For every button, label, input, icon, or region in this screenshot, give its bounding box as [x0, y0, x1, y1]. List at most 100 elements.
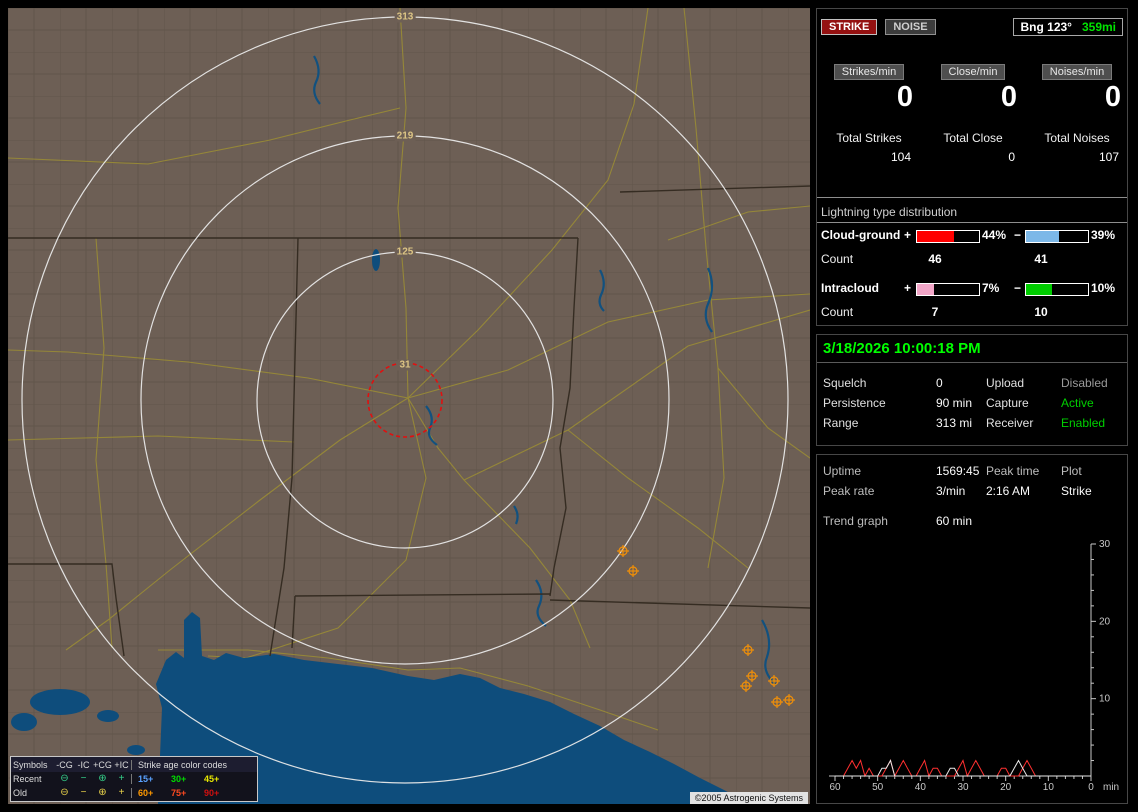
status-row: Persistence 90 min Capture Active	[817, 393, 1127, 413]
trend-axes	[829, 543, 1096, 781]
squelch-value: 0	[936, 376, 943, 390]
lightning-map[interactable]: Symbols -CG -IC +CG +IC Strike age color…	[8, 8, 810, 804]
svg-text:30: 30	[957, 782, 969, 793]
count-label: Count	[821, 305, 854, 319]
receiver-status: Enabled	[1061, 416, 1106, 430]
total-strikes-value: 104	[890, 150, 911, 164]
svg-text:20: 20	[1000, 782, 1012, 793]
counters-panel: STRIKE NOISE Bng 123° 359mi Strikes/min C…	[816, 8, 1128, 326]
svg-text:50: 50	[872, 782, 884, 793]
minus-icon: −	[80, 787, 87, 798]
capture-status: Active	[1061, 396, 1094, 410]
map-canvas	[8, 8, 810, 804]
datetime-display: 3/18/2026 10:00:18 PM	[817, 335, 1127, 363]
uptime-value: 1569:45	[936, 464, 980, 478]
svg-text:60: 60	[829, 782, 841, 793]
squelch-label: Squelch	[823, 376, 867, 390]
cloud-ground-label: Cloud-ground	[821, 228, 901, 242]
legend-col-pos-cg: +CG	[93, 759, 112, 770]
bearing-display: Bng 123° 359mi	[1013, 18, 1123, 36]
trend-graph-period: 60 min	[936, 514, 973, 528]
range-ring-label: 219	[394, 130, 416, 142]
noise-button[interactable]: NOISE	[885, 19, 936, 35]
age-75: 75+	[171, 788, 187, 798]
trend-series-strikes	[835, 759, 1091, 778]
stats-row: Uptime 1569:45 Peak time Plot	[817, 461, 1127, 481]
svg-text:min: min	[1103, 782, 1119, 793]
age-30: 30+	[171, 774, 187, 784]
range-ring-label: 125	[394, 246, 416, 258]
trend-series-noises	[835, 759, 1091, 777]
svg-text:0: 0	[1088, 782, 1094, 793]
plus-icon: +	[118, 773, 125, 784]
range-value: 313 mi	[936, 416, 973, 430]
minus-icon: −	[80, 773, 87, 784]
total-strikes-label: Total Strikes	[836, 131, 902, 145]
mode-buttons-row: STRIKE NOISE Bng 123° 359mi	[821, 18, 1123, 36]
age-90: 90+	[204, 788, 220, 798]
plus-icon: +	[118, 787, 125, 798]
plus-sign: +	[904, 281, 912, 295]
intracloud-negative-count: 10	[1034, 305, 1048, 319]
bearing-distance: 359mi	[1081, 20, 1116, 34]
plot-label: Plot	[1061, 464, 1082, 478]
range-ring-label: 313	[394, 11, 416, 23]
plot-value: Strike	[1061, 484, 1092, 498]
close-per-min-label[interactable]: Close/min	[940, 64, 1006, 80]
svg-text:10: 10	[1043, 782, 1055, 793]
trend-graph-label: Trend graph	[823, 514, 888, 528]
total-noises-value: 107	[1098, 150, 1119, 164]
legend-recent-label: Recent	[13, 774, 42, 784]
close-per-min-value: 0	[1000, 81, 1017, 113]
svg-text:40: 40	[915, 782, 927, 793]
age-15: 15+	[138, 774, 154, 784]
legend-col-pos-ic: +IC	[114, 759, 129, 770]
peak-time-label: Peak time	[986, 464, 1040, 478]
age-45: 45+	[204, 774, 220, 784]
persistence-value: 90 min	[936, 396, 973, 410]
age-60: 60+	[138, 788, 154, 798]
legend-col-neg-cg: -CG	[56, 759, 73, 770]
separator	[817, 197, 1127, 198]
intracloud-positive-bar	[916, 283, 980, 296]
legend-old-label: Old	[13, 788, 28, 798]
peak-rate-label: Peak rate	[823, 484, 875, 498]
total-close-value: 0	[1008, 150, 1015, 164]
trend-graph: 60 50 40 30 20 10 0 min 30 20 10	[819, 539, 1127, 801]
svg-text:10: 10	[1099, 694, 1111, 705]
range-ring-label: 31	[397, 359, 413, 371]
copyright-label: ©2005 Astrogenic Systems	[689, 792, 808, 804]
cloud-ground-negative-count: 41	[1034, 252, 1048, 266]
persistence-label: Persistence	[823, 396, 886, 410]
noises-per-min-label[interactable]: Noises/min	[1041, 64, 1113, 80]
distribution-title: Lightning type distribution	[817, 203, 1127, 223]
strikes-per-min-label[interactable]: Strikes/min	[833, 64, 905, 80]
count-label: Count	[821, 252, 854, 266]
cloud-ground-positive-bar	[916, 230, 980, 243]
status-row: Range 313 mi Receiver Enabled	[817, 413, 1127, 433]
peak-time-value: 2:16 AM	[986, 484, 1031, 498]
uptime-label: Uptime	[823, 464, 862, 478]
total-close-label: Total Close	[943, 131, 1003, 145]
total-values-row: 104 0 107	[817, 150, 1127, 164]
strike-button[interactable]: STRIKE	[821, 19, 878, 35]
trend-series	[835, 759, 1091, 778]
cloud-ground-positive-pct: 44%	[982, 228, 1007, 242]
cloud-ground-negative-pct: 39%	[1091, 228, 1116, 242]
legend-row-old: Old ⊖ − ⊕ + 60+ 75+ 90+	[11, 786, 257, 800]
peak-rate-value: 3/min	[936, 484, 966, 498]
rate-values-row: 0 0 0	[817, 81, 1127, 114]
minus-sign: −	[1014, 228, 1022, 242]
upload-status: Disabled	[1061, 376, 1108, 390]
total-noises-label: Total Noises	[1044, 131, 1110, 145]
intracloud-count-row: Count 7 10	[817, 305, 1127, 321]
circle-plus-icon: ⊕	[98, 787, 107, 798]
rate-labels-row: Strikes/min Close/min Noises/min	[817, 64, 1127, 80]
plus-sign: +	[904, 228, 912, 242]
legend-symbols-title: Symbols	[13, 759, 48, 770]
intracloud-negative-pct: 10%	[1091, 281, 1116, 295]
svg-text:30: 30	[1099, 539, 1111, 550]
capture-label: Capture	[986, 396, 1029, 410]
sidebar: STRIKE NOISE Bng 123° 359mi Strikes/min C…	[816, 8, 1130, 804]
upload-label: Upload	[986, 376, 1025, 390]
